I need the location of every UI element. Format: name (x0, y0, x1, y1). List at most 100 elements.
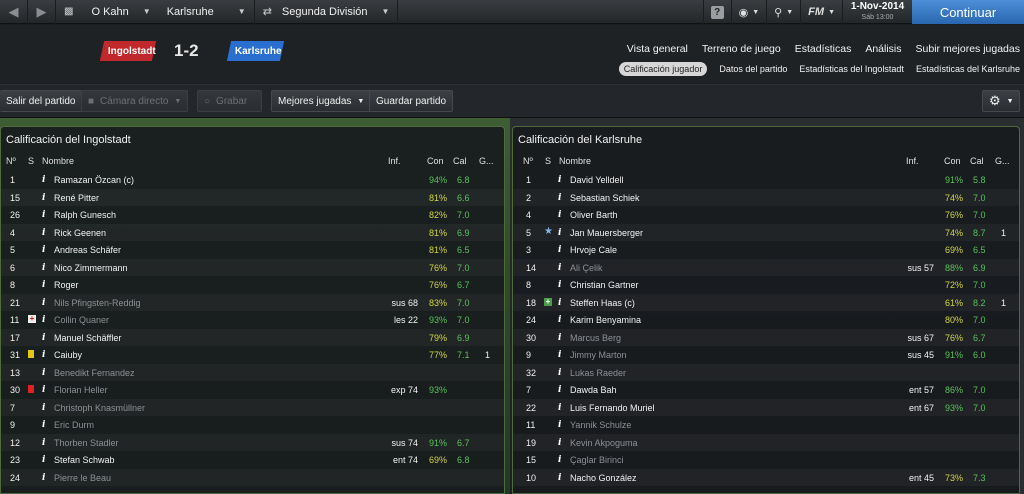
tab-terreno-de-juego[interactable]: Terreno de juego (702, 43, 781, 55)
player-row[interactable]: 10 ent 45 73% 7.3 i Nacho González (513, 468, 1019, 486)
player-name[interactable]: Christoph Knasmüllner (54, 403, 145, 413)
col-num[interactable]: Nº (6, 156, 16, 166)
player-name[interactable]: Ralph Gunesch (54, 210, 116, 220)
player-row[interactable]: 2 74% 7.0 i Sebastian Schiek (513, 188, 1019, 206)
player-name[interactable]: Steffen Haas (c) (570, 298, 635, 308)
player-row[interactable]: 6 76% 7.0 i Nico Zimmermann (1, 258, 504, 276)
tab-estadisticas[interactable]: Estadísticas (795, 43, 852, 55)
fm-menu-button[interactable]: FM ▼ (800, 0, 842, 24)
player-row[interactable]: 31 77% 7.1 1 i Caiuby (1, 346, 504, 364)
player-row[interactable]: 5 81% 6.5 i Andreas Schäfer (1, 241, 504, 259)
player-info-icon[interactable]: i (42, 193, 45, 203)
player-row[interactable]: 4 76% 7.0 i Oliver Barth (513, 206, 1019, 224)
col-cal[interactable]: Cal (453, 156, 467, 166)
col-status[interactable]: S (545, 156, 551, 166)
player-row[interactable]: 24 i Pierre le Beau (1, 468, 504, 486)
player-name[interactable]: Jan Mauersberger (570, 228, 643, 238)
col-goals[interactable]: G... (479, 156, 494, 166)
player-row[interactable]: 23 ent 74 69% 6.8 i Stefan Schwab (1, 451, 504, 469)
player-row[interactable]: 18 61% 8.2 1 + i Steffen Haas (c) (513, 293, 1019, 311)
player-name[interactable]: Karim Benyamina (570, 315, 641, 325)
player-info-icon[interactable]: i (42, 455, 45, 465)
col-goals[interactable]: G... (995, 156, 1010, 166)
player-info-icon[interactable]: i (42, 368, 45, 378)
player-row[interactable]: 32 i Lukas Raeder (513, 363, 1019, 381)
forward-arrow-icon[interactable]: ▶ (28, 0, 56, 24)
player-info-icon[interactable]: i (558, 473, 561, 483)
player-info-icon[interactable]: i (558, 245, 561, 255)
player-name[interactable]: Çaglar Birinci (570, 455, 624, 465)
manager-menu[interactable]: ▩ O Kahn ▼ (56, 0, 159, 24)
away-team-badge[interactable]: Karlsruhe (226, 41, 285, 61)
col-name[interactable]: Nombre (559, 156, 591, 166)
player-info-icon[interactable]: i (558, 368, 561, 378)
player-info-icon[interactable]: i (42, 228, 45, 238)
subtab-datos-del-partido[interactable]: Datos del partido (719, 64, 787, 74)
player-row[interactable]: 11 i Yannik Schulze (513, 416, 1019, 434)
player-row[interactable]: 4 81% 6.9 i Rick Geenen (1, 223, 504, 241)
player-name[interactable]: Jimmy Marton (570, 350, 627, 360)
col-name[interactable]: Nombre (42, 156, 74, 166)
player-name[interactable]: Roger (54, 280, 79, 290)
player-row[interactable]: 9 i Eric Durm (1, 416, 504, 434)
player-row[interactable]: 19 i Kevin Akpoguma (513, 433, 1019, 451)
col-num[interactable]: Nº (523, 156, 533, 166)
save-match-button[interactable]: Guardar partido (369, 90, 454, 112)
player-name[interactable]: Sebastian Schiek (570, 193, 640, 203)
player-info-icon[interactable]: i (42, 385, 45, 395)
player-info-icon[interactable]: i (558, 228, 561, 238)
col-status[interactable]: S (28, 156, 34, 166)
player-name[interactable]: Nils Pfingsten-Reddig (54, 298, 141, 308)
player-info-icon[interactable]: i (42, 473, 45, 483)
player-name[interactable]: Florian Heller (54, 385, 108, 395)
player-name[interactable]: Marcus Berg (570, 333, 621, 343)
search-button[interactable]: ⚲ ▼ (766, 0, 800, 24)
player-row[interactable]: 1 91% 5.8 i David Yelldell (513, 171, 1019, 189)
player-row[interactable]: 15 81% 6.6 i René Pitter (1, 188, 504, 206)
player-name[interactable]: Collin Quaner (54, 315, 109, 325)
col-cal[interactable]: Cal (970, 156, 984, 166)
player-info-icon[interactable]: i (558, 350, 561, 360)
club-menu[interactable]: Karlsruhe ▼ (159, 0, 255, 24)
highlights-button[interactable]: Mejores jugadas ▼ (271, 90, 372, 112)
player-info-icon[interactable]: i (558, 333, 561, 343)
player-info-icon[interactable]: i (42, 245, 45, 255)
subtab-estadisticas-ingolstadt[interactable]: Estadísticas del Ingolstadt (799, 64, 904, 74)
player-info-icon[interactable]: i (42, 438, 45, 448)
player-row[interactable]: 13 i Benedikt Fernandez (1, 363, 504, 381)
player-row[interactable]: 3 69% 6.5 i Hrvoje Cale (513, 241, 1019, 259)
player-name[interactable]: Benedikt Fernandez (54, 368, 135, 378)
player-row[interactable]: 30 sus 67 76% 6.7 i Marcus Berg (513, 328, 1019, 346)
player-name[interactable]: Stefan Schwab (54, 455, 115, 465)
player-name[interactable]: Oliver Barth (570, 210, 618, 220)
player-row[interactable]: 14 sus 57 88% 6.9 i Ali Çelik (513, 258, 1019, 276)
player-name[interactable]: Kevin Akpoguma (570, 438, 638, 448)
player-row[interactable]: 12 sus 74 91% 6.7 i Thorben Stadler (1, 433, 504, 451)
player-row[interactable]: 9 sus 45 91% 6.0 i Jimmy Marton (513, 346, 1019, 364)
player-info-icon[interactable]: i (42, 175, 45, 185)
player-name[interactable]: Lukas Raeder (570, 368, 626, 378)
player-row[interactable]: 1 94% 6.8 i Ramazan Özcan (c) (1, 171, 504, 189)
player-row[interactable]: 21 sus 68 83% 7.0 i Nils Pfingsten-Reddig (1, 293, 504, 311)
player-name[interactable]: Dawda Bah (570, 385, 617, 395)
home-team-badge[interactable]: Ingolstadt (99, 41, 157, 61)
player-info-icon[interactable]: i (558, 403, 561, 413)
player-name[interactable]: Nico Zimmermann (54, 263, 128, 273)
player-row[interactable]: 17 79% 6.9 i Manuel Schäffler (1, 328, 504, 346)
player-row[interactable]: 8 76% 6.7 i Roger (1, 276, 504, 294)
record-button[interactable]: ○ Grabar (197, 90, 262, 112)
player-name[interactable]: Luis Fernando Muriel (570, 403, 655, 413)
player-row[interactable]: 22 ent 67 93% 7.0 i Luis Fernando Muriel (513, 398, 1019, 416)
player-info-icon[interactable]: i (558, 263, 561, 273)
player-info-icon[interactable]: i (42, 420, 45, 430)
game-date[interactable]: 1-Nov-2014 Sáb 13:00 (842, 0, 912, 24)
player-info-icon[interactable]: i (42, 263, 45, 273)
player-name[interactable]: Christian Gartner (570, 280, 639, 290)
col-inf[interactable]: Inf. (388, 156, 401, 166)
player-row[interactable]: 30 exp 74 93% i Florian Heller (1, 381, 504, 399)
player-info-icon[interactable]: i (558, 280, 561, 290)
player-info-icon[interactable]: i (558, 455, 561, 465)
player-row[interactable]: 24 80% 7.0 i Karim Benyamina (513, 311, 1019, 329)
player-info-icon[interactable]: i (42, 350, 45, 360)
player-info-icon[interactable]: i (558, 210, 561, 220)
